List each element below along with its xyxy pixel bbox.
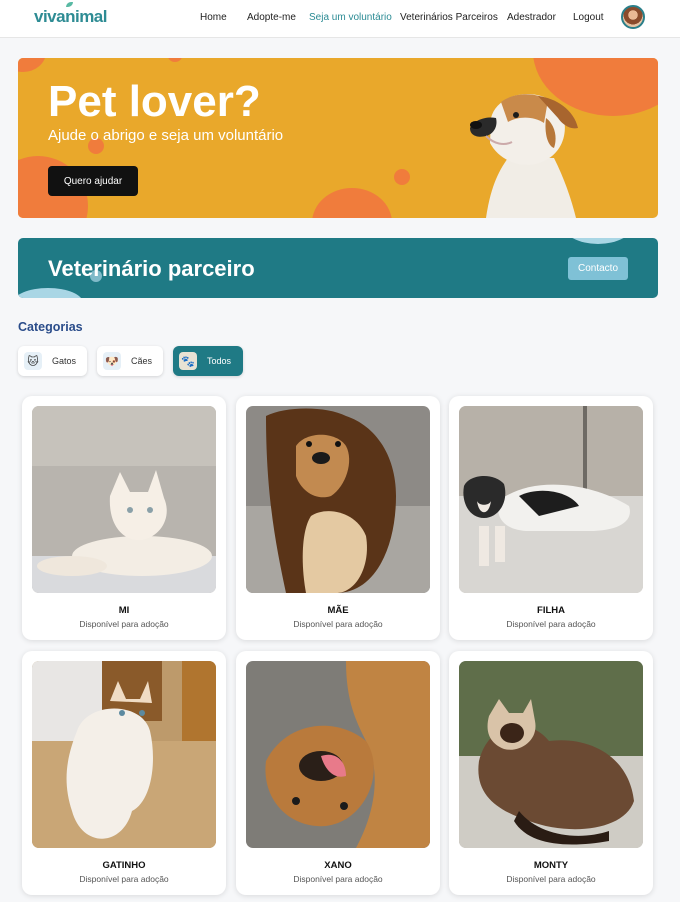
pet-card-xano[interactable]: XANO Disponível para adoção	[236, 651, 440, 895]
all-pets-icon: 🐾	[179, 352, 197, 370]
decor-circle	[394, 169, 410, 185]
pet-photo	[32, 406, 216, 593]
pet-card-mae[interactable]: MÃE Disponível para adoção	[236, 396, 440, 640]
nav-link-volunteer[interactable]: Seja um voluntário	[309, 12, 392, 23]
pet-photo	[459, 661, 643, 848]
pet-status: Disponível para adoção	[293, 874, 383, 884]
nav-link-home[interactable]: Home	[200, 12, 227, 23]
pet-card-filha[interactable]: FILHA Disponível para adoção	[449, 396, 653, 640]
decor-bubble	[18, 288, 83, 298]
decor-bubble	[563, 238, 633, 244]
volunteer-hero-banner: Pet lover? Ajude o abrigo e seja um volu…	[18, 58, 658, 218]
pet-photo	[246, 406, 430, 593]
top-navbar: vivanimal Home Adopte-me Seja um voluntá…	[0, 0, 680, 38]
nav-link-trainer[interactable]: Adestrador	[507, 12, 556, 23]
dog-icon: 🐶	[103, 352, 121, 370]
logo[interactable]: vivanimal	[34, 2, 108, 27]
category-label: Cães	[131, 356, 153, 366]
volunteer-button[interactable]: Quero ajudar	[48, 166, 138, 196]
hero-title: Pet lover?	[48, 77, 261, 126]
category-label: Todos	[207, 356, 232, 366]
contact-button[interactable]: Contacto	[568, 257, 628, 280]
decor-circle	[312, 188, 392, 218]
pet-card-gatinho[interactable]: GATINHO Disponível para adoção	[22, 651, 226, 895]
partner-vet-banner: Veterinário parceiro Contacto	[18, 238, 658, 298]
pet-name: XANO	[324, 860, 352, 871]
category-chip-dogs[interactable]: 🐶 Cães	[97, 346, 163, 376]
vet-banner-title: Veterinário parceiro	[48, 256, 255, 281]
hero-subtitle: Ajude o abrigo e seja um voluntário	[48, 127, 284, 144]
pet-name: MÃE	[327, 605, 349, 616]
pet-photo	[246, 661, 430, 848]
nav-link-adopt[interactable]: Adopte-me	[247, 12, 296, 23]
pet-card-mi[interactable]: MI Disponível para adoção	[22, 396, 226, 640]
pet-photo	[459, 406, 643, 593]
pet-name: FILHA	[537, 605, 565, 616]
pet-name: MONTY	[533, 860, 569, 871]
category-chip-all[interactable]: 🐾 Todos	[173, 346, 243, 376]
nav-link-logout[interactable]: Logout	[573, 12, 604, 23]
pet-status: Disponível para adoção	[79, 619, 169, 629]
hero-dog-image	[470, 94, 578, 218]
pet-status: Disponível para adoção	[79, 874, 169, 884]
pet-name: MI	[118, 605, 130, 616]
cat-icon: 🐱	[24, 352, 42, 370]
user-avatar[interactable]	[621, 5, 645, 29]
decor-circle	[18, 58, 46, 72]
pet-status: Disponível para adoção	[293, 619, 383, 629]
pet-photo	[32, 661, 216, 848]
pet-status: Disponível para adoção	[506, 619, 596, 629]
category-chip-cats[interactable]: 🐱 Gatos	[18, 346, 87, 376]
pet-status: Disponível para adoção	[506, 874, 596, 884]
decor-circle	[168, 58, 182, 62]
pet-card-monty[interactable]: MONTY Disponível para adoção	[449, 651, 653, 895]
category-label: Gatos	[52, 356, 77, 366]
nav-link-vets[interactable]: Veterinários Parceiros	[400, 12, 498, 23]
pet-name: GATINHO	[102, 860, 146, 871]
categories-title: Categorias	[18, 320, 83, 334]
logo-text: vivanimal	[34, 7, 108, 26]
